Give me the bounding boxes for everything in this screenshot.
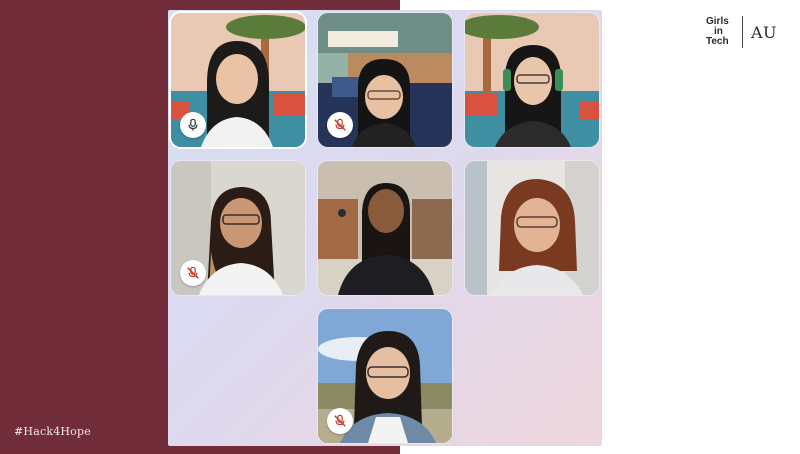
video-grid (168, 10, 602, 446)
logo-line-3: Tech (706, 36, 729, 47)
mic-muted-icon[interactable] (180, 260, 206, 286)
event-hashtag: #Hack4Hope (14, 425, 91, 438)
participant-tile[interactable] (318, 309, 452, 443)
participant-tile[interactable] (318, 161, 452, 295)
au-logo: AU (751, 22, 778, 42)
logo-lockup: Girls in Tech AU (706, 14, 777, 50)
mic-muted-icon[interactable] (327, 112, 353, 138)
mic-muted-icon[interactable] (327, 408, 353, 434)
participant-avatar (465, 13, 599, 147)
mic-on-icon[interactable] (180, 112, 206, 138)
participant-tile[interactable] (171, 13, 305, 147)
participant-tile[interactable] (465, 13, 599, 147)
logo-divider (742, 16, 743, 48)
participant-tile[interactable] (171, 161, 305, 295)
participant-avatar (465, 161, 599, 295)
participant-avatar (318, 161, 452, 295)
participant-tile[interactable] (465, 161, 599, 295)
girls-in-tech-logo: Girls in Tech (706, 17, 736, 47)
participant-tile[interactable] (318, 13, 452, 147)
